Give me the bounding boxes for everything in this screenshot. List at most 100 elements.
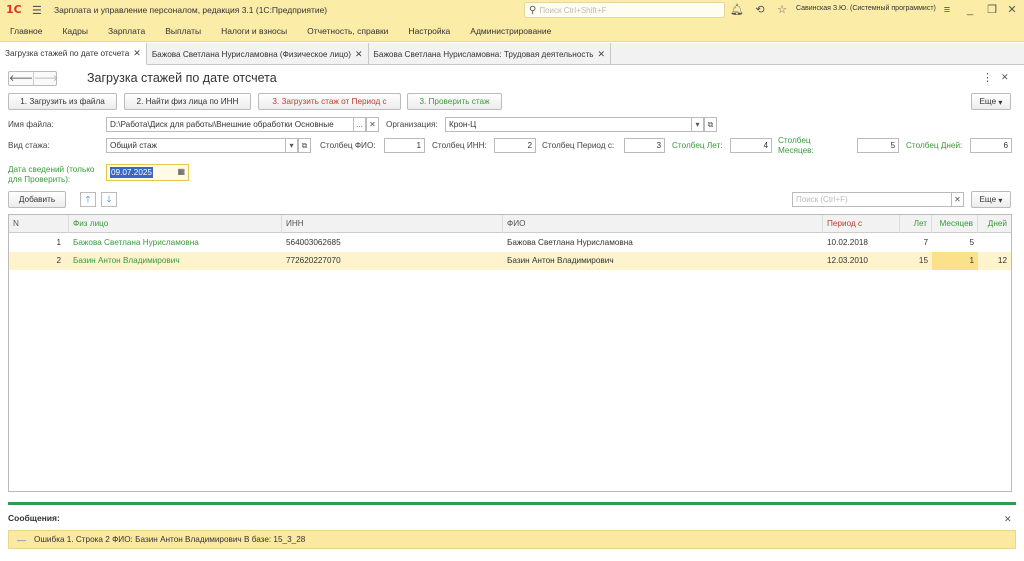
menu-item-payments[interactable]: Выплаты: [165, 26, 201, 36]
tab-load-experience[interactable]: Загрузка стажей по дате отсчета ✕: [0, 43, 147, 65]
cell-person[interactable]: Базин Антон Владимирович: [69, 252, 282, 270]
menu-item-taxes[interactable]: Налоги и взносы: [221, 26, 287, 36]
messages-title: Сообщения:: [8, 513, 60, 523]
find-by-inn-button[interactable]: 2. Найти физ лица по ИНН: [124, 93, 251, 110]
cell-years[interactable]: 15: [900, 252, 932, 270]
message-item[interactable]: — Ошибка 1. Строка 2 ФИО: Базин Антон Вл…: [8, 530, 1016, 549]
add-row-button[interactable]: Добавить: [8, 191, 66, 208]
forward-arrow-icon[interactable]: 🡒: [33, 72, 58, 85]
cell-days[interactable]: [978, 234, 1011, 252]
star-icon[interactable]: ☆: [775, 3, 789, 17]
cell-fio[interactable]: Базин Антон Владимирович: [503, 252, 823, 270]
table-row[interactable]: 2 Базин Антон Владимирович 772620227070 …: [9, 252, 1011, 270]
nav-buttons: 🡐 🡒: [8, 71, 58, 86]
cell-n: 1: [56, 238, 61, 247]
col-years-label: Столбец Лет:: [672, 141, 723, 150]
col-days-field[interactable]: 6: [970, 138, 1012, 153]
col-header-months[interactable]: Месяцев: [932, 215, 978, 233]
menu-item-hr[interactable]: Кадры: [62, 26, 87, 36]
experience-type-dropdown-icon[interactable]: ▾: [285, 138, 298, 153]
cell-person[interactable]: Бажова Светлана Нурисламовна: [69, 234, 282, 252]
col-inn-field[interactable]: 2: [494, 138, 536, 153]
date-value: 09.07.2025: [110, 167, 153, 178]
form-title: Загрузка стажей по дате отсчета: [87, 71, 277, 85]
move-down-icon[interactable]: 🡓: [101, 192, 117, 207]
col-header-fio[interactable]: ФИО: [503, 215, 823, 233]
cell-period[interactable]: 12.03.2010: [823, 252, 900, 270]
tab-person[interactable]: Бажова Светлана Нурисламовна (Физическое…: [147, 43, 369, 65]
cell-period[interactable]: 10.02.2018: [823, 234, 900, 252]
open-tabs: Загрузка стажей по дате отсчета ✕ Бажова …: [0, 43, 1024, 65]
check-experience-button[interactable]: 3. Проверить стаж: [407, 93, 502, 110]
experience-type-field[interactable]: Общий стаж: [106, 138, 286, 153]
experience-type-open-icon[interactable]: ⧉: [298, 138, 311, 153]
date-label-line1: Дата сведений (только: [8, 165, 95, 174]
cell-years[interactable]: 7: [900, 234, 932, 252]
close-window-icon[interactable]: ✕: [1005, 3, 1019, 17]
minimize-icon[interactable]: _: [963, 3, 977, 17]
close-tab-icon[interactable]: ✕: [598, 49, 606, 60]
organization-label: Организация:: [386, 120, 438, 129]
col-inn-label: Столбец ИНН:: [432, 141, 487, 150]
table-search-input[interactable]: Поиск (Ctrl+F): [792, 192, 952, 207]
menu-item-admin[interactable]: Администрирование: [470, 26, 551, 36]
cell-inn[interactable]: 772620227070: [282, 252, 503, 270]
more-button[interactable]: Еще ▾: [971, 93, 1011, 110]
settings-menu-icon[interactable]: ≡: [940, 3, 954, 17]
col-header-years[interactable]: Лет: [900, 215, 932, 233]
menu-item-settings[interactable]: Настройка: [408, 26, 450, 36]
col-header-person[interactable]: Физ лицо: [69, 215, 282, 233]
app-logo[interactable]: 1С: [6, 0, 26, 20]
cell-fio[interactable]: Бажова Светлана Нурисламовна: [503, 234, 823, 252]
menu-item-reports[interactable]: Отчетность, справки: [307, 26, 388, 36]
col-period-field[interactable]: 3: [624, 138, 665, 153]
user-name[interactable]: Савинская З.Ю. (Системный программист): [796, 5, 936, 12]
history-icon[interactable]: ⟲: [753, 3, 767, 17]
bell-icon[interactable]: 🔔︎: [730, 3, 744, 17]
organization-dropdown-icon[interactable]: ▾: [691, 117, 704, 132]
col-header-days[interactable]: Дней: [978, 215, 1011, 233]
back-arrow-icon[interactable]: 🡐: [9, 72, 33, 85]
load-from-period-button[interactable]: 3. Загрузить стаж от Период с: [258, 93, 401, 110]
organization-open-icon[interactable]: ⧉: [704, 117, 717, 132]
date-field[interactable]: 09.07.2025 ▦: [106, 164, 189, 181]
experience-type-label: Вид стажа:: [8, 141, 50, 150]
close-tab-icon[interactable]: ✕: [355, 49, 363, 60]
close-messages-icon[interactable]: ✕: [1004, 514, 1012, 525]
close-form-icon[interactable]: ✕: [1001, 72, 1009, 83]
table-more-button[interactable]: Еще ▾: [971, 191, 1011, 208]
cell-days[interactable]: 12: [978, 252, 1011, 270]
col-months-label-line2: Месяцев:: [778, 146, 814, 155]
col-months-field[interactable]: 5: [857, 138, 899, 153]
experience-table[interactable]: N Физ лицо ИНН ФИО Период с Лет Месяцев …: [8, 214, 1012, 492]
load-file-button[interactable]: 1. Загрузить из файла: [8, 93, 117, 110]
global-search-input[interactable]: ⚲ Поиск Ctrl+Shift+F: [524, 2, 725, 18]
table-search-clear-icon[interactable]: ✕: [951, 192, 964, 207]
col-months-label-line1: Столбец: [778, 136, 811, 145]
menu-item-salary[interactable]: Зарплата: [108, 26, 145, 36]
more-actions-icon[interactable]: ⋮: [982, 71, 993, 84]
maximize-icon[interactable]: ❐: [985, 3, 999, 17]
organization-field[interactable]: Крон-Ц: [445, 117, 692, 132]
file-clear-icon[interactable]: ✕: [366, 117, 379, 132]
move-up-icon[interactable]: 🡑: [80, 192, 96, 207]
col-header-inn[interactable]: ИНН: [282, 215, 503, 233]
table-row[interactable]: 1 Бажова Светлана Нурисламовна 564003062…: [9, 234, 1011, 252]
menu-icon[interactable]: ☰: [32, 4, 46, 17]
col-fio-field[interactable]: 1: [384, 138, 425, 153]
col-header-period[interactable]: Период с: [823, 215, 900, 233]
file-path-field[interactable]: D:\Работа\Диск для работы\Внешние обрабо…: [106, 117, 354, 132]
calendar-icon[interactable]: ▦: [177, 167, 185, 176]
tab-work-history[interactable]: Бажова Светлана Нурисламовна: Трудовая д…: [369, 43, 612, 65]
divider: [8, 502, 1016, 505]
close-tab-icon[interactable]: ✕: [133, 48, 141, 59]
file-browse-button[interactable]: ...: [353, 117, 366, 132]
col-header-n[interactable]: N: [9, 215, 69, 233]
col-years-field[interactable]: 4: [730, 138, 772, 153]
cell-months[interactable]: 5: [932, 234, 978, 252]
cell-inn[interactable]: 564003062685: [282, 234, 503, 252]
date-label-line2: для Проверить):: [8, 175, 71, 184]
menu-item-main[interactable]: Главное: [10, 26, 42, 36]
col-days-label: Столбец Дней:: [906, 141, 963, 150]
cell-months[interactable]: 1: [932, 252, 978, 270]
